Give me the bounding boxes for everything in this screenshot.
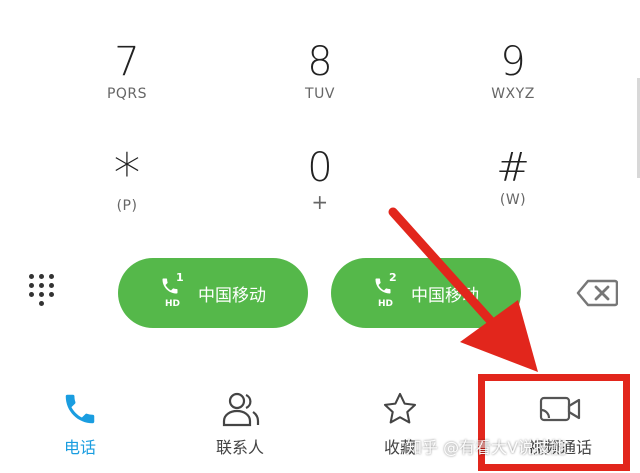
dialpad-toggle-icon[interactable] <box>27 272 59 312</box>
watermark: 知乎 @有看大V说技能 <box>406 438 567 457</box>
key-letters: (P) <box>116 198 138 214</box>
key-digit: # <box>496 145 530 191</box>
tab-label: 联系人 <box>215 438 264 457</box>
call-sim2-button[interactable]: 2 HD 中国移动 <box>331 258 521 328</box>
call-sim1-button[interactable]: 1 HD 中国移动 <box>118 258 308 328</box>
key-8[interactable]: 8 TUV <box>240 40 400 102</box>
phone-sim1-icon: 1 HD <box>160 271 188 314</box>
sim-number: 1 <box>176 271 184 284</box>
key-digit: * <box>113 142 141 205</box>
hd-badge: HD <box>378 299 394 309</box>
key-9[interactable]: 9 WXYZ <box>433 40 593 102</box>
phone-sim2-icon: 2 HD <box>373 271 401 314</box>
sim-number: 2 <box>389 271 397 284</box>
key-letters: TUV <box>305 86 335 102</box>
tab-phone[interactable]: 电话 <box>0 380 160 473</box>
key-digit: 0 <box>307 145 333 191</box>
tab-contacts[interactable]: 联系人 <box>160 380 320 473</box>
tab-favorites[interactable]: 收藏 <box>320 380 480 473</box>
key-letters: PQRS <box>106 86 148 102</box>
contacts-icon <box>220 388 260 430</box>
key-7[interactable]: 7 PQRS <box>47 40 207 102</box>
key-digit: 7 <box>114 39 140 85</box>
tab-label: 电话 <box>63 438 96 457</box>
key-letters: (W) <box>499 192 527 208</box>
carrier-label: 中国移动 <box>411 285 479 306</box>
key-letters: WXYZ <box>491 86 535 102</box>
key-star[interactable]: * (P) <box>47 142 207 215</box>
key-digit: 9 <box>500 39 526 85</box>
carrier-label: 中国移动 <box>198 285 266 306</box>
phone-icon <box>61 388 99 430</box>
key-0[interactable]: 0 + <box>240 146 400 214</box>
key-hash[interactable]: # (W) <box>433 146 593 208</box>
key-digit: 8 <box>307 39 333 85</box>
hd-badge: HD <box>165 299 181 309</box>
star-icon <box>380 388 420 430</box>
backspace-icon[interactable] <box>576 279 619 307</box>
key-letters: + <box>311 190 329 214</box>
